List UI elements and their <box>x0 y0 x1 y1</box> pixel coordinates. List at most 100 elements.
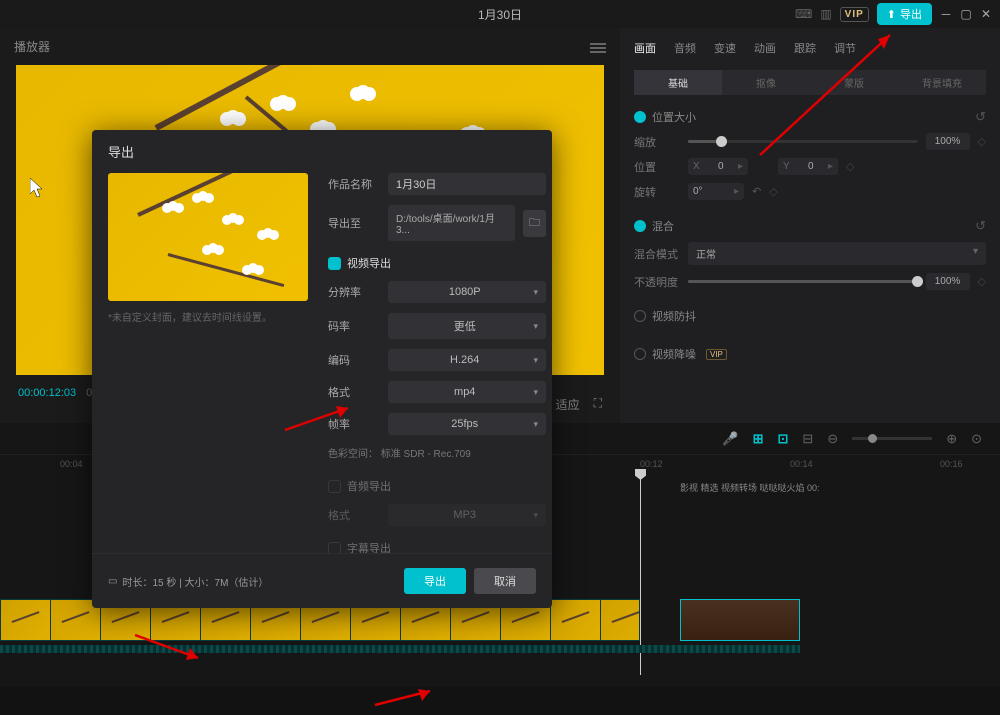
color-space-label: 色彩空间： <box>328 449 378 460</box>
export-button-label: 导出 <box>900 6 922 22</box>
shortcut-icon[interactable]: ⌨ <box>795 7 812 21</box>
ruler-mark: 00:12 <box>640 459 663 469</box>
tab-anim[interactable]: 动画 <box>754 36 776 60</box>
duration-icon: ▭ <box>108 576 117 587</box>
vip-badge[interactable]: VIP <box>840 7 869 22</box>
subtab-mask[interactable]: 蒙版 <box>810 70 898 95</box>
dialog-export-button[interactable]: 导出 <box>404 568 466 594</box>
reset-icon[interactable]: ↺ <box>975 109 986 125</box>
mic-icon[interactable]: 🎤 <box>722 431 738 447</box>
scale-value[interactable]: 100% <box>926 133 970 150</box>
player-menu-icon[interactable] <box>590 41 606 53</box>
fullscreen-icon[interactable]: ⛶ <box>594 396 602 413</box>
pos-y-input[interactable]: Y0▸ <box>778 158 838 175</box>
player-title: 播放器 <box>14 38 50 55</box>
pos-x-input[interactable]: X0▸ <box>688 158 748 175</box>
inspector-subtabs: 基础 抠像 蒙版 背景填充 <box>634 70 986 95</box>
project-title: 1月30日 <box>478 6 522 23</box>
denoise-checkbox[interactable] <box>634 348 646 360</box>
ratio-label[interactable]: 适应 <box>556 396 580 413</box>
clip2-label: 影视 精选 视频转场 哒哒哒火焰 00: <box>680 481 820 494</box>
keyframe-icon[interactable]: ◇ <box>769 185 777 198</box>
keyframe-icon[interactable]: ◇ <box>978 135 986 148</box>
tab-speed[interactable]: 变速 <box>714 36 736 60</box>
export-footer-info: ▭ 时长：15 秒 | 大小：7M（估计） <box>108 574 268 589</box>
zoom-in-icon[interactable]: ⊕ <box>946 431 957 447</box>
inspector-tabs: 画面 音频 变速 动画 跟踪 调节 <box>634 36 986 60</box>
resolution-select[interactable]: 1080P▾ <box>388 281 546 303</box>
inspector-panel: 画面 音频 变速 动画 跟踪 调节 基础 抠像 蒙版 背景填充 位置大小 ↺ 缩… <box>620 28 1000 423</box>
fps-label: 帧率 <box>328 416 380 432</box>
scale-slider[interactable] <box>688 140 918 143</box>
subtitle-export-checkbox[interactable] <box>328 542 341 554</box>
mix-label: 混合 <box>652 218 674 234</box>
zoom-slider[interactable] <box>852 437 932 440</box>
folder-button[interactable]: 🗀 <box>523 210 546 237</box>
audio-format-label: 格式 <box>328 507 380 523</box>
pos-size-label: 位置大小 <box>652 109 696 125</box>
bitrate-select[interactable]: 更低▾ <box>388 313 546 339</box>
name-input[interactable] <box>388 173 546 195</box>
pos-size-checkbox[interactable] <box>634 111 646 123</box>
tab-audio[interactable]: 音频 <box>674 36 696 60</box>
dialog-cancel-button[interactable]: 取消 <box>474 568 536 594</box>
audio-export-checkbox[interactable] <box>328 480 341 493</box>
annotation-arrow <box>370 685 440 715</box>
video-export-checkbox[interactable] <box>328 257 341 270</box>
zoom-fit-icon[interactable]: ⊙ <box>971 431 982 447</box>
mix-checkbox[interactable] <box>634 220 646 232</box>
zoom-out-icon[interactable]: ⊖ <box>827 431 838 447</box>
maximize-button[interactable]: ▢ <box>960 8 972 20</box>
format-select[interactable]: mp4▾ <box>388 381 546 403</box>
mix-mode-select[interactable]: 正常▾ <box>688 242 986 265</box>
opacity-slider[interactable] <box>688 280 918 283</box>
cover-note: *未自定义封面，建议去时间线设置。 <box>108 309 308 324</box>
stab-label: 视频防抖 <box>652 308 696 324</box>
rotate-label: 旋转 <box>634 184 680 200</box>
subtab-basic[interactable]: 基础 <box>634 70 722 95</box>
rotate-ccw-icon[interactable]: ↶ <box>752 185 761 198</box>
tool-3[interactable]: ⊟ <box>802 431 813 447</box>
position-label: 位置 <box>634 159 680 175</box>
tab-picture[interactable]: 画面 <box>634 36 656 60</box>
vip-tag: VIP <box>706 349 727 360</box>
titlebar: 1月30日 ⌨ ▥ VIP ⬆ 导出 ─ ▢ ✕ <box>0 0 1000 28</box>
audio-clip[interactable] <box>0 645 800 653</box>
audio-format-select: MP3▾ <box>388 504 546 526</box>
export-icon: ⬆ <box>887 8 896 21</box>
minimize-button[interactable]: ─ <box>940 8 952 20</box>
export-cover[interactable] <box>108 173 308 301</box>
subtab-key[interactable]: 抠像 <box>722 70 810 95</box>
opacity-label: 不透明度 <box>634 274 680 290</box>
codec-select[interactable]: H.264▾ <box>388 349 546 371</box>
color-space-value: 标准 SDR - Rec.709 <box>381 449 471 460</box>
tool-2[interactable]: ⊡ <box>777 431 788 447</box>
rotate-input[interactable]: 0°▸ <box>688 183 744 200</box>
tab-track[interactable]: 跟踪 <box>794 36 816 60</box>
export-dialog: 导出 *未自定义封面，建议去时间线设置。 作品名称 导出至 D:/too <box>92 130 552 608</box>
video-clip-2[interactable] <box>680 599 800 641</box>
name-label: 作品名称 <box>328 176 380 192</box>
close-button[interactable]: ✕ <box>980 8 992 20</box>
bitrate-label: 码率 <box>328 318 380 334</box>
keyframe-icon[interactable]: ◇ <box>846 160 854 173</box>
tool-1[interactable]: ⊞ <box>753 431 764 447</box>
dialog-title: 导出 <box>92 130 552 173</box>
stab-checkbox[interactable] <box>634 310 646 322</box>
subtab-bgfill[interactable]: 背景填充 <box>898 70 986 95</box>
scale-label: 缩放 <box>634 134 680 150</box>
layout-icon[interactable]: ▥ <box>820 7 831 21</box>
tab-adjust[interactable]: 调节 <box>834 36 856 60</box>
reset-icon[interactable]: ↺ <box>975 218 986 234</box>
ruler-mark: 00:14 <box>790 459 813 469</box>
export-button[interactable]: ⬆ 导出 <box>877 3 932 25</box>
mix-mode-label: 混合模式 <box>634 246 680 262</box>
path-display: D:/tools/桌面/work/1月3... <box>388 205 515 241</box>
ruler-mark: 00:16 <box>940 459 963 469</box>
current-timecode: 00:00:12:03 <box>18 387 76 399</box>
keyframe-icon[interactable]: ◇ <box>978 275 986 288</box>
fps-select[interactable]: 25fps▾ <box>388 413 546 435</box>
resolution-label: 分辨率 <box>328 284 380 300</box>
opacity-value[interactable]: 100% <box>926 273 970 290</box>
denoise-label: 视频降噪 <box>652 346 696 362</box>
